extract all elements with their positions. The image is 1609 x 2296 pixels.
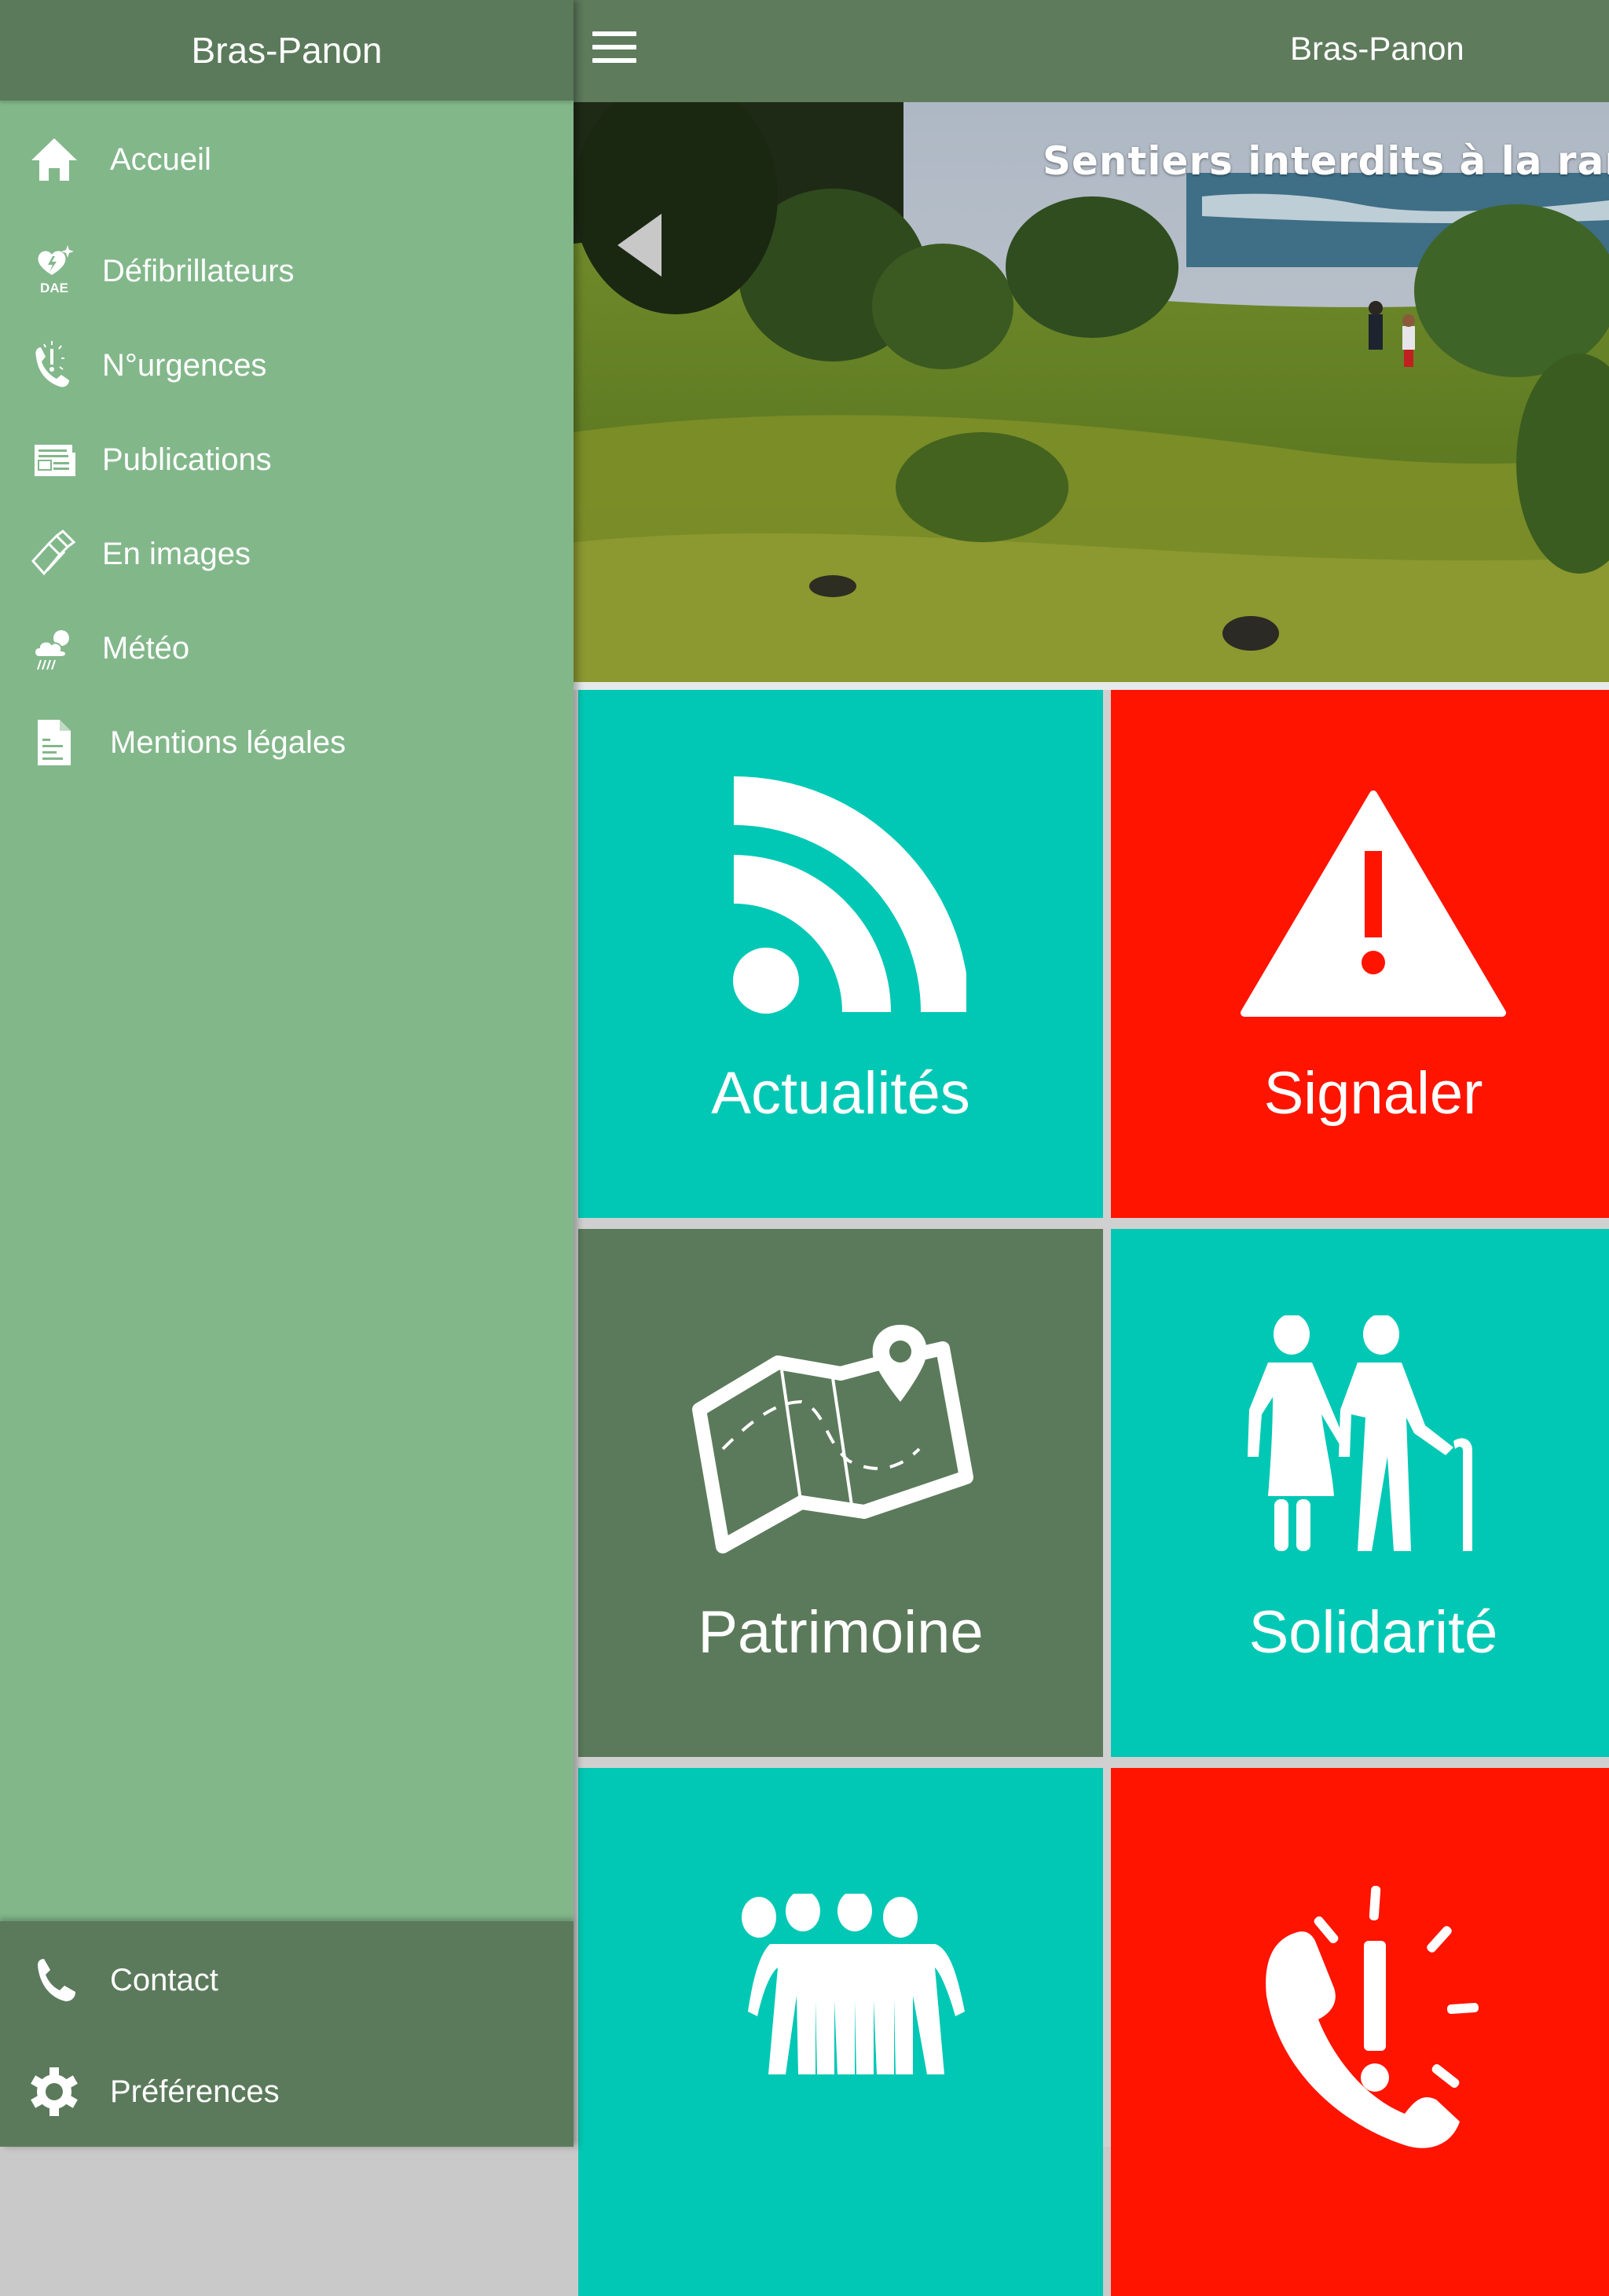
gear-icon	[28, 2066, 80, 2118]
emergency-phone-icon	[28, 339, 80, 391]
main-content: Bras-Panon Sentiers interdits à la ra Ac…	[574, 0, 1609, 2296]
phone-icon	[28, 1954, 80, 2006]
sidebar-item-urgences[interactable]: N°urgences	[0, 322, 574, 409]
app-header: Bras-Panon	[574, 0, 1609, 102]
tile-emergency-numbers[interactable]	[1111, 1768, 1609, 2296]
sidebar-item-defibrillateurs[interactable]: DAE Défibrillateurs	[0, 228, 574, 314]
tile-label: Solidarité	[1248, 1599, 1498, 1666]
drawer-header: Bras-Panon	[0, 0, 574, 101]
hero-caption: Sentiers interdits à la rando	[1043, 138, 1609, 184]
sidebar-item-accueil[interactable]: Accueil	[0, 116, 574, 203]
sidebar-item-mentions-legales[interactable]: Mentions légales	[0, 699, 574, 786]
tile-signaler[interactable]: Signaler	[1111, 690, 1609, 1218]
hero-photo	[574, 102, 1609, 682]
document-icon	[28, 717, 80, 768]
sidebar-item-preferences[interactable]: Préférences	[0, 2048, 574, 2135]
sidebar-item-label: Météo	[102, 630, 190, 666]
hamburger-menu-icon[interactable]	[592, 31, 636, 71]
sidebar-item-meteo[interactable]: Météo	[0, 605, 574, 691]
sidebar-item-publications[interactable]: Publications	[0, 416, 574, 503]
drawer-title: Bras-Panon	[191, 30, 383, 71]
home-icon	[28, 134, 80, 185]
hero-carousel[interactable]: Sentiers interdits à la rando	[574, 102, 1609, 682]
tile-actualites[interactable]: Actualités	[578, 690, 1103, 1218]
sidebar-item-label: Accueil	[110, 141, 211, 177]
navigation-drawer: Bras-Panon Accueil DAE Défibrillateurs N…	[0, 0, 574, 2147]
svg-text:DAE: DAE	[40, 281, 68, 295]
sidebar-item-contact[interactable]: Contact	[0, 1937, 574, 2023]
divider	[574, 682, 1609, 690]
tile-patrimoine[interactable]: Patrimoine	[578, 1229, 1103, 1757]
tile-solidarite[interactable]: Solidarité	[1111, 1229, 1609, 1757]
sidebar-item-label: Publications	[102, 442, 272, 477]
sidebar-item-label: Défibrillateurs	[102, 253, 295, 288]
header-title: Bras-Panon	[1290, 30, 1464, 67]
photo-album-icon	[28, 528, 80, 580]
sidebar-item-label: Mentions légales	[110, 724, 346, 760]
group-people-icon	[578, 1768, 1103, 2161]
carousel-prev-arrow-icon[interactable]	[618, 214, 662, 277]
tile-community[interactable]	[578, 1768, 1103, 2296]
sidebar-item-label: N°urgences	[102, 347, 267, 383]
sidebar-item-label: Contact	[110, 1962, 218, 1997]
tile-label: Actualités	[711, 1060, 970, 1127]
drawer-footer: Contact Préférences	[0, 1921, 574, 2147]
emergency-phone-icon	[1111, 1768, 1609, 2208]
tile-label: Patrimoine	[698, 1599, 984, 1666]
tile-label: Signaler	[1263, 1060, 1483, 1127]
defibrillator-dae-icon: DAE	[28, 245, 80, 297]
newspaper-icon	[28, 434, 80, 486]
sidebar-item-label: Préférences	[110, 2074, 280, 2109]
sidebar-item-en-images[interactable]: En images	[0, 511, 574, 597]
weather-rain-icon	[28, 622, 80, 674]
sidebar-item-label: En images	[102, 536, 251, 571]
